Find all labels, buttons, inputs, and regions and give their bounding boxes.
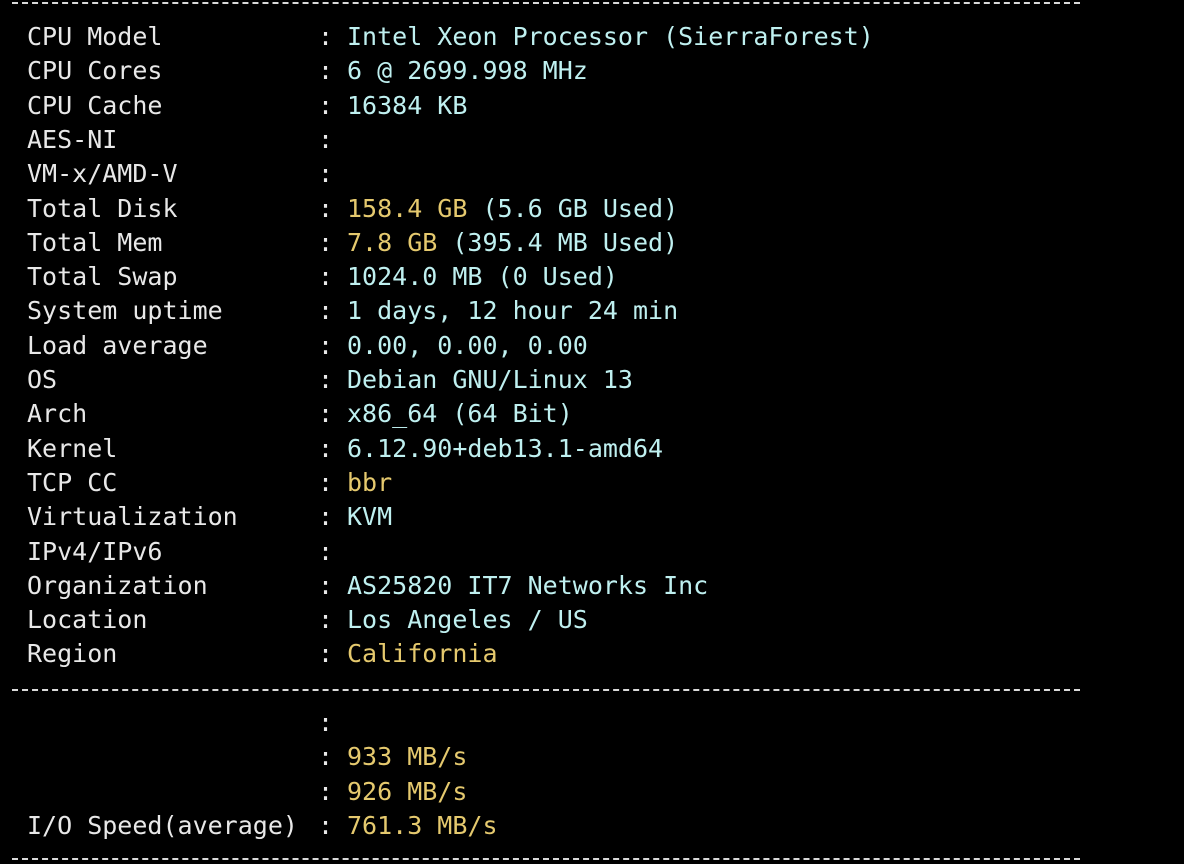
row-value: Debian GNU/Linux 13 — [347, 363, 633, 397]
row-value-main: bbr — [347, 467, 393, 497]
row-value: 1 days, 12 hour 24 min — [347, 294, 678, 328]
row-value: 6 @ 2699.998 MHz — [347, 54, 588, 88]
row-colon: : — [318, 227, 334, 257]
row-colon: : — [318, 296, 334, 326]
row-value-extra: (5.6 GB Used) — [467, 193, 679, 223]
row-value: Los Angeles / US — [347, 603, 588, 637]
row-label: VM-x/AMD-V — [27, 159, 178, 189]
separator-line-bottom — [12, 858, 1080, 860]
row-value-main: 6.12.90+deb13.1-amd64 — [347, 433, 664, 463]
row-value: AS25820 IT7 Networks Inc — [347, 569, 708, 603]
separator-line-middle — [12, 689, 1080, 691]
row-colon: : — [318, 810, 334, 840]
row-colon: : — [318, 536, 334, 566]
row-colon: : — [318, 605, 334, 635]
row-value: KVM — [347, 500, 392, 534]
row-value: 16384 KB — [347, 89, 467, 123]
row-label: Region — [27, 639, 118, 669]
row-label: I/O Speed(average) — [27, 810, 298, 840]
row-label: Location — [27, 605, 148, 635]
row-label: AES-NI — [27, 124, 118, 154]
row-colon: : — [318, 776, 334, 806]
row-colon: : — [318, 193, 334, 223]
row-label: System uptime — [27, 296, 223, 326]
row-label: IPv4/IPv6 — [27, 536, 163, 566]
row-colon: : — [318, 433, 334, 463]
row-label: Arch — [27, 399, 88, 429]
row-value: Intel Xeon Processor (SierraForest) — [347, 20, 874, 54]
row-value-main: x86_64 (64 Bit) — [347, 399, 573, 429]
row-value: x86_64 (64 Bit) — [347, 397, 573, 431]
row-colon: : — [318, 467, 334, 497]
row-value-main: AS25820 IT7 Networks Inc — [347, 570, 709, 600]
row-label: Kernel — [27, 433, 118, 463]
row-colon: : — [318, 399, 334, 429]
row-value-main: 158.4 GB — [347, 193, 468, 223]
row-value-main: 16384 KB — [347, 90, 468, 120]
row-value-extra: (395.4 MB Used) — [437, 227, 679, 257]
row-label: TCP CC — [27, 467, 118, 497]
row-colon: : — [318, 639, 334, 669]
row-colon: : — [318, 90, 334, 120]
row-value-main: 0.00, 0.00, 0.00 — [347, 330, 588, 360]
row-value: 761.3 MB/s — [347, 809, 498, 843]
row-label: Total Mem — [27, 227, 163, 257]
row-value-main: 1 days, 12 hour 24 min — [347, 296, 679, 326]
row-label: OS — [27, 365, 58, 394]
row-colon: : — [318, 56, 334, 86]
row-value: California — [347, 637, 498, 671]
row-colon: : — [318, 742, 334, 772]
row-colon: : — [318, 124, 334, 154]
row-colon: : — [318, 570, 334, 600]
row-value-main: KVM — [347, 502, 393, 532]
row-colon: : — [318, 365, 334, 394]
row-value-main: 1024.0 MB (0 Used) — [347, 262, 618, 292]
row-colon: : — [318, 22, 334, 51]
row-value-main: 7.8 GB — [347, 227, 438, 257]
row-label: Total Disk — [27, 193, 178, 223]
separator-line-top — [12, 2, 1080, 4]
row-colon: : — [318, 262, 334, 292]
row-value: 6.12.90+deb13.1-amd64 — [347, 432, 663, 466]
row-colon: : — [318, 502, 334, 532]
row-value: 158.4 GB (5.6 GB Used) — [347, 192, 678, 226]
row-value-main: Intel Xeon Processor (SierraForest) — [347, 22, 874, 51]
row-value-main: 761.3 MB/s — [347, 810, 498, 840]
row-label: Organization — [27, 570, 208, 600]
row-label: CPU Cache — [27, 90, 163, 120]
row-value: 933 MB/s — [347, 740, 467, 774]
row-colon: : — [318, 159, 334, 189]
row-value: 7.8 GB (395.4 MB Used) — [347, 226, 678, 260]
row-value: 1024.0 MB (0 Used) — [347, 260, 618, 294]
row-value-main: 926 MB/s — [347, 776, 468, 806]
row-label: CPU Model — [27, 22, 163, 51]
row-label: Total Swap — [27, 262, 178, 292]
row-value-main: 6 @ 2699.998 MHz — [347, 56, 588, 86]
row-value: 926 MB/s — [347, 775, 467, 809]
row-colon: : — [318, 708, 334, 737]
row-label: CPU Cores — [27, 56, 163, 86]
row-value: bbr — [347, 466, 392, 500]
row-value-main: Debian GNU/Linux 13 — [347, 365, 633, 394]
row-label: Virtualization — [27, 502, 238, 532]
terminal-window: CPU Model: Intel Xeon Processor (SierraFo… — [0, 0, 1184, 864]
row-value: 0.00, 0.00, 0.00 — [347, 329, 588, 363]
row-value-main: Los Angeles / US — [347, 605, 588, 635]
row-value-main: California — [347, 639, 498, 669]
row-label: Load average — [27, 330, 208, 360]
row-colon: : — [318, 330, 334, 360]
row-value-main: 933 MB/s — [347, 742, 468, 772]
